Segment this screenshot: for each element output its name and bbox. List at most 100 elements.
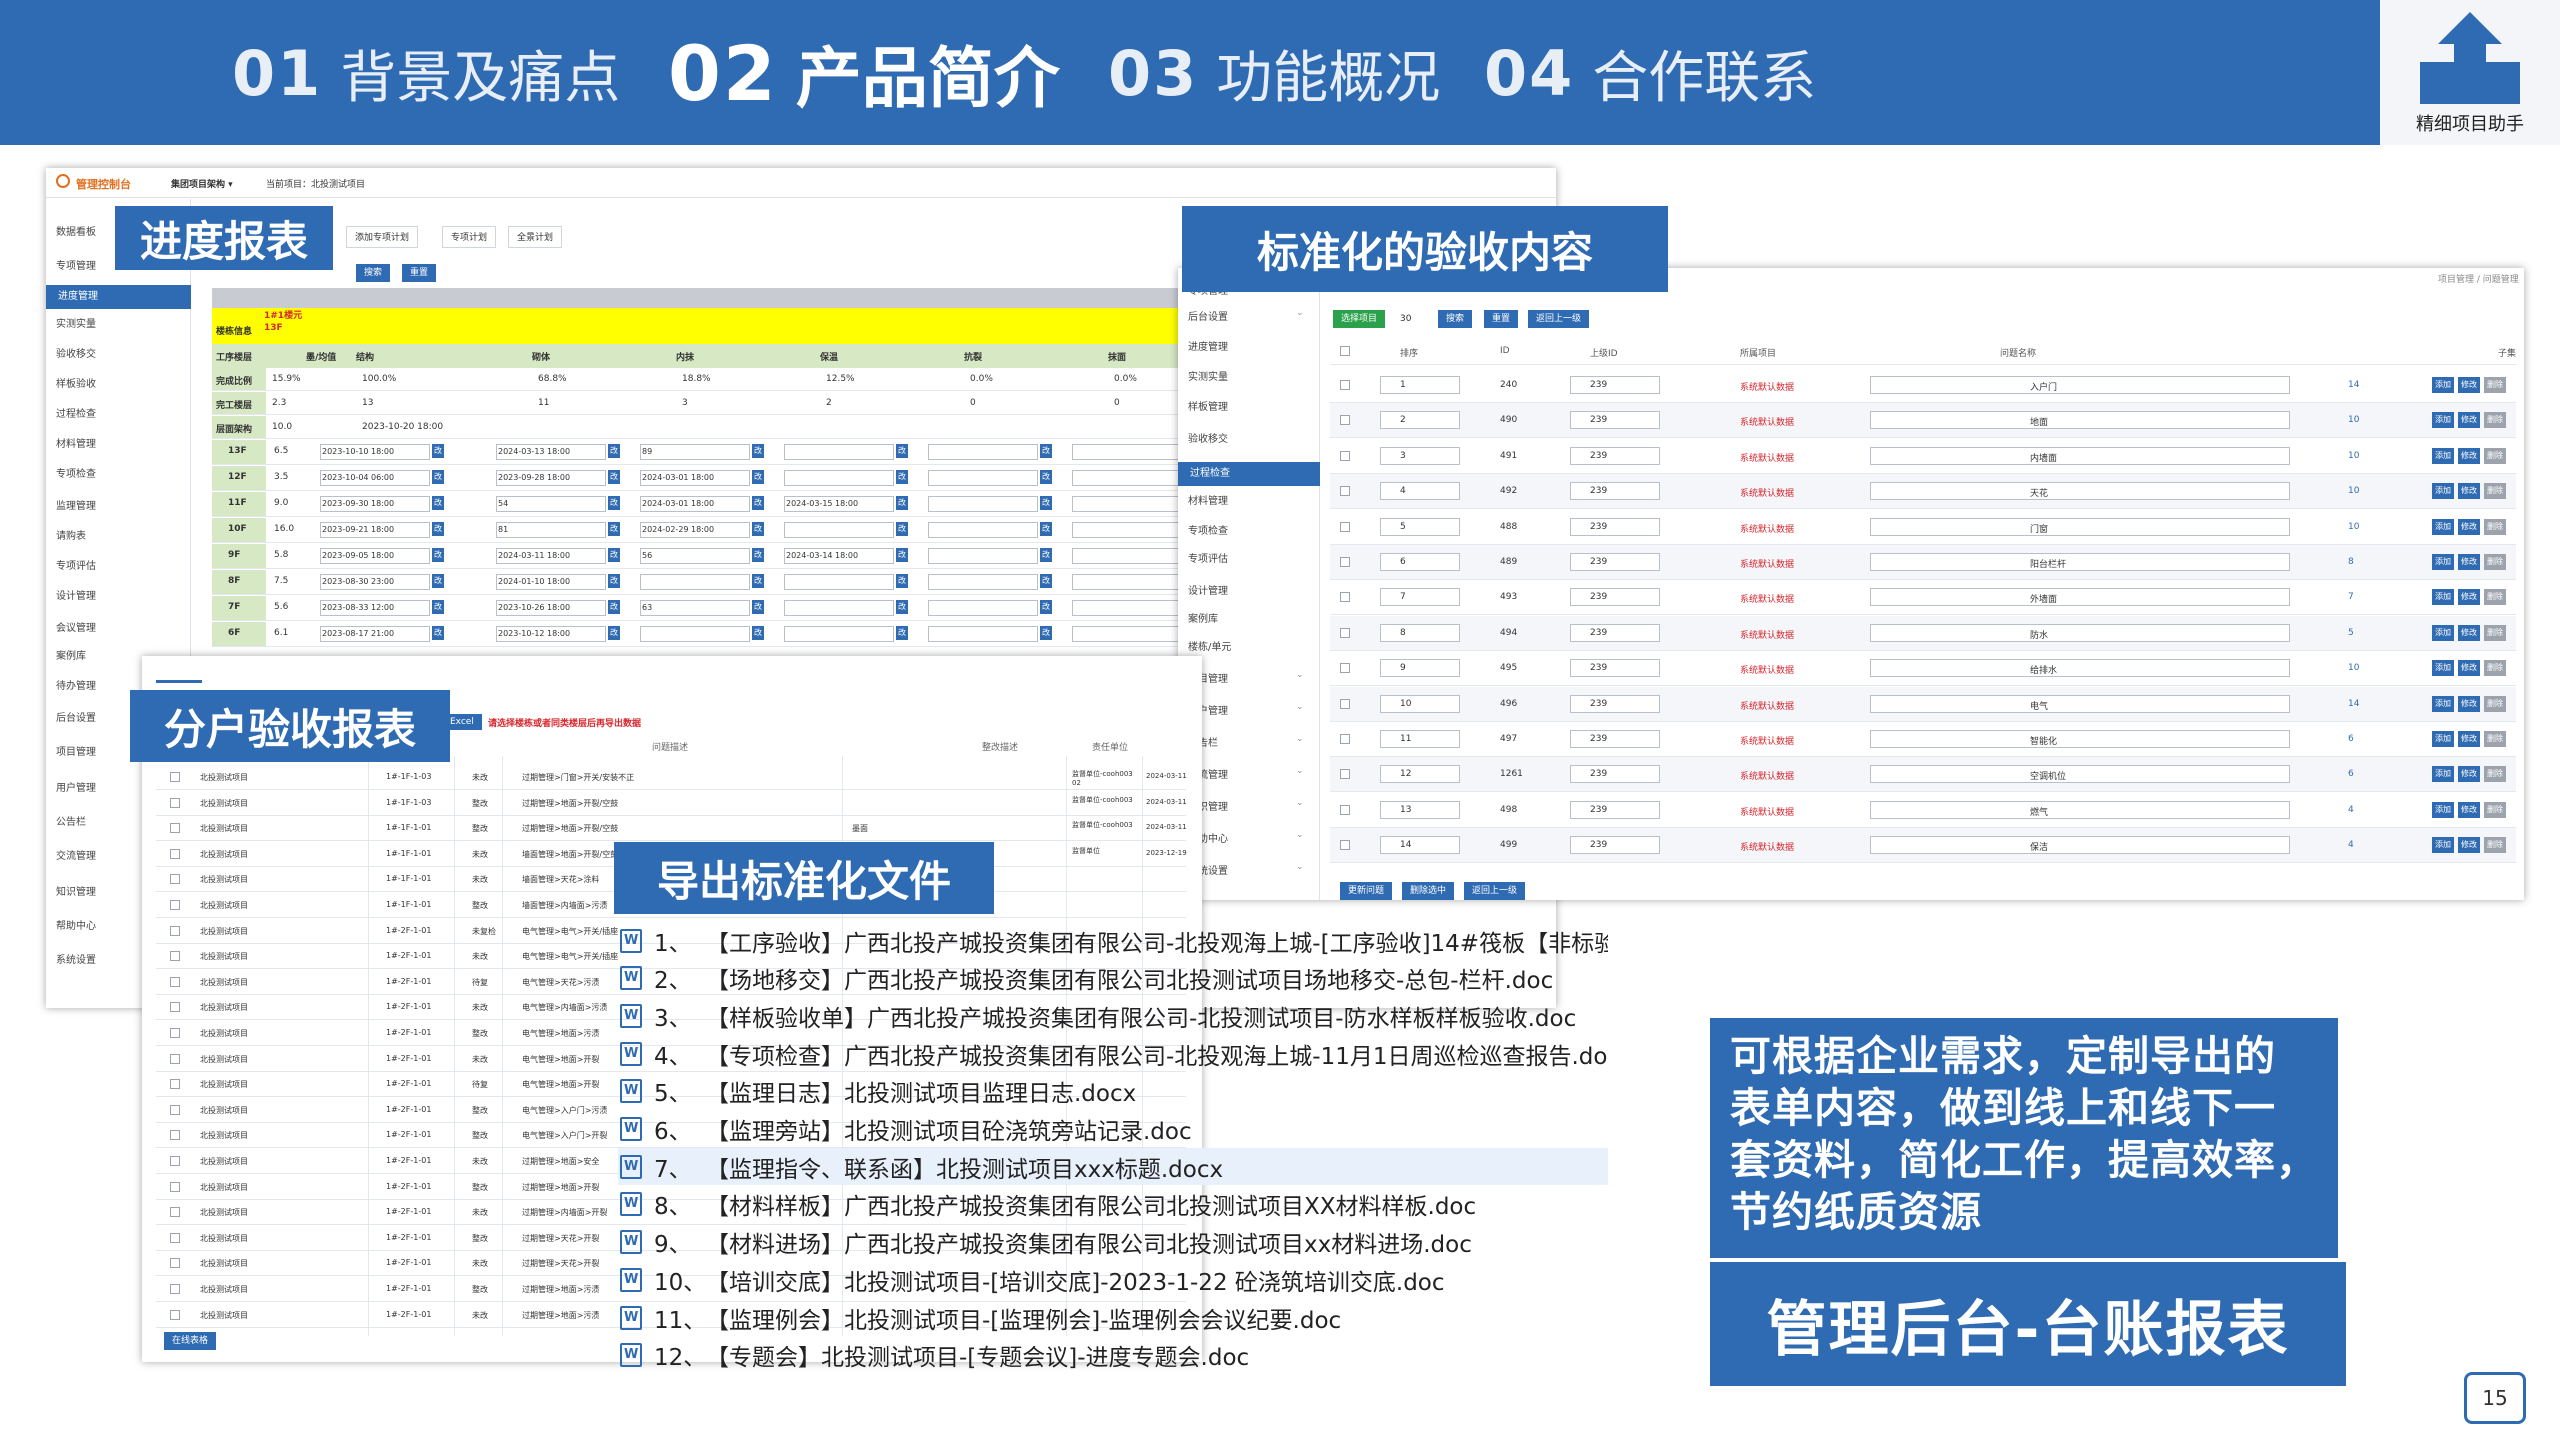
- search-button[interactable]: 搜索: [1438, 310, 1473, 328]
- edit-button[interactable]: 改: [896, 444, 908, 458]
- sidebar-item[interactable]: 会议管理: [56, 619, 96, 634]
- name-input[interactable]: [1870, 659, 2290, 678]
- subset-count[interactable]: 14: [2348, 380, 2359, 390]
- row-action-button[interactable]: 删除: [2484, 589, 2506, 606]
- row-action-button[interactable]: 添加: [2432, 377, 2454, 393]
- name-input[interactable]: [1870, 517, 2290, 536]
- row-action-button[interactable]: 删除: [2484, 518, 2506, 535]
- row-action-button[interactable]: 添加: [2432, 518, 2454, 535]
- row-action-button[interactable]: 添加: [2432, 801, 2454, 818]
- sidebar-item[interactable]: 过程检查: [1178, 462, 1320, 486]
- name-input[interactable]: [1870, 553, 2290, 571]
- doc-list-item[interactable]: 1、【工序验收】广西北投产城投资集团有限公司-北投观海上城-[工序验收]14#筏…: [618, 922, 1608, 959]
- nav-item-product[interactable]: 02 产品简介: [668, 28, 1060, 118]
- date-input[interactable]: [640, 574, 750, 590]
- sort-input[interactable]: [1380, 623, 1460, 642]
- edit-button[interactable]: 改: [608, 522, 620, 536]
- row-checkbox[interactable]: [1340, 450, 1350, 461]
- sidebar-item[interactable]: 实测实量: [1188, 368, 1228, 383]
- edit-button[interactable]: 改: [752, 548, 764, 562]
- date-input[interactable]: [1072, 522, 1182, 538]
- row-action-button[interactable]: 修改: [2458, 483, 2480, 500]
- sidebar-item[interactable]: 验收移交: [56, 345, 96, 360]
- doc-list-item[interactable]: 2、【场地移交】广西北投产城投资集团有限公司北投测试项目场地移交-总包-栏杆.d…: [618, 960, 1608, 997]
- edit-button[interactable]: 改: [896, 600, 908, 614]
- edit-button[interactable]: 改: [896, 496, 908, 510]
- name-input[interactable]: [1870, 376, 2290, 394]
- parent-id-input[interactable]: [1570, 446, 1660, 465]
- name-input[interactable]: [1870, 730, 2290, 748]
- sort-input[interactable]: [1380, 659, 1460, 678]
- row-checkbox[interactable]: [170, 1028, 180, 1038]
- row-checkbox[interactable]: [1340, 769, 1350, 780]
- row-checkbox[interactable]: [1340, 734, 1350, 744]
- subset-count[interactable]: 4: [2348, 805, 2354, 815]
- subset-count[interactable]: 5: [2348, 628, 2354, 638]
- row-action-button[interactable]: 删除: [2484, 412, 2506, 429]
- row-action-button[interactable]: 修改: [2458, 766, 2480, 783]
- parent-id-input[interactable]: [1570, 694, 1660, 713]
- row-action-button[interactable]: 删除: [2484, 447, 2506, 464]
- row-checkbox[interactable]: [170, 1002, 180, 1013]
- row-action-button[interactable]: 修改: [2458, 377, 2480, 393]
- edit-button[interactable]: 改: [432, 470, 444, 484]
- edit-button[interactable]: 改: [432, 548, 444, 562]
- search-button[interactable]: 搜索: [356, 264, 391, 282]
- row-checkbox[interactable]: [170, 797, 180, 808]
- edit-button[interactable]: 改: [752, 522, 764, 536]
- doc-list-item[interactable]: 10、【培训交底】北投测试项目-[培训交底]-2023-1-22 砼浇筑培训交底…: [618, 1261, 1608, 1298]
- date-input[interactable]: [928, 548, 1038, 564]
- row-action-button[interactable]: 删除: [2484, 660, 2506, 677]
- row-checkbox[interactable]: [170, 900, 180, 910]
- row-checkbox[interactable]: [170, 1181, 180, 1192]
- row-action-button[interactable]: 修改: [2458, 412, 2480, 429]
- sidebar-item[interactable]: 专项管理: [56, 257, 96, 272]
- row-checkbox[interactable]: [170, 823, 180, 834]
- date-input[interactable]: [928, 574, 1038, 590]
- date-input[interactable]: [784, 626, 894, 642]
- row-action-button[interactable]: 修改: [2458, 447, 2480, 464]
- row-action-button[interactable]: 添加: [2432, 589, 2454, 606]
- date-input[interactable]: [1072, 626, 1182, 642]
- sidebar-item[interactable]: 案例库: [56, 647, 86, 662]
- date-input[interactable]: [1072, 444, 1182, 460]
- row-action-button[interactable]: 删除: [2484, 554, 2506, 570]
- edit-button[interactable]: 改: [432, 600, 444, 614]
- row-checkbox[interactable]: [1340, 627, 1350, 638]
- sidebar-item[interactable]: 待办管理: [56, 677, 96, 692]
- reset-button[interactable]: 重置: [402, 264, 437, 282]
- sidebar-item[interactable]: 监理管理: [56, 497, 96, 512]
- name-input[interactable]: [1870, 623, 2290, 642]
- edit-button[interactable]: 改: [752, 496, 764, 510]
- date-input[interactable]: [640, 626, 750, 642]
- row-checkbox[interactable]: [170, 1207, 180, 1218]
- nav-item-background[interactable]: 01 背景及痛点: [232, 28, 620, 118]
- page-size[interactable]: 30: [1400, 314, 1411, 324]
- row-checkbox[interactable]: [170, 1284, 180, 1294]
- sidebar-item[interactable]: 后台设置: [56, 709, 96, 724]
- row-action-button[interactable]: 删除: [2484, 837, 2506, 854]
- select-project-button[interactable]: 选择项目: [1333, 310, 1386, 328]
- row-action-button[interactable]: 添加: [2432, 766, 2454, 783]
- row-action-button[interactable]: 删除: [2484, 731, 2506, 747]
- doc-list-item[interactable]: 11、【监理例会】北投测试项目-[监理例会]-监理例会会议纪要.doc: [618, 1299, 1608, 1336]
- name-input[interactable]: [1870, 411, 2290, 430]
- sidebar-item[interactable]: 后台设置: [1188, 308, 1228, 323]
- sidebar-item[interactable]: 设计管理: [56, 587, 96, 602]
- edit-button[interactable]: 改: [752, 470, 764, 484]
- footer-button[interactable]: 删除选中: [1402, 881, 1455, 900]
- doc-list-item[interactable]: 12、【专题会】北投测试项目-[专题会议]-进度专题会.doc: [618, 1337, 1608, 1374]
- tab-2[interactable]: 全景计划: [508, 226, 563, 248]
- row-action-button[interactable]: 修改: [2458, 695, 2480, 712]
- edit-button[interactable]: 改: [1040, 444, 1052, 458]
- subset-count[interactable]: 7: [2348, 592, 2354, 602]
- row-checkbox[interactable]: [170, 1258, 180, 1269]
- sidebar-item[interactable]: 过程检查: [56, 405, 96, 420]
- row-action-button[interactable]: 删除: [2484, 695, 2506, 712]
- row-action-button[interactable]: 删除: [2484, 624, 2506, 641]
- row-checkbox[interactable]: [170, 1053, 180, 1064]
- date-input[interactable]: [1072, 600, 1182, 616]
- sidebar-item[interactable]: 专项检查: [56, 465, 96, 480]
- edit-button[interactable]: 改: [608, 548, 620, 562]
- edit-button[interactable]: 改: [896, 470, 908, 484]
